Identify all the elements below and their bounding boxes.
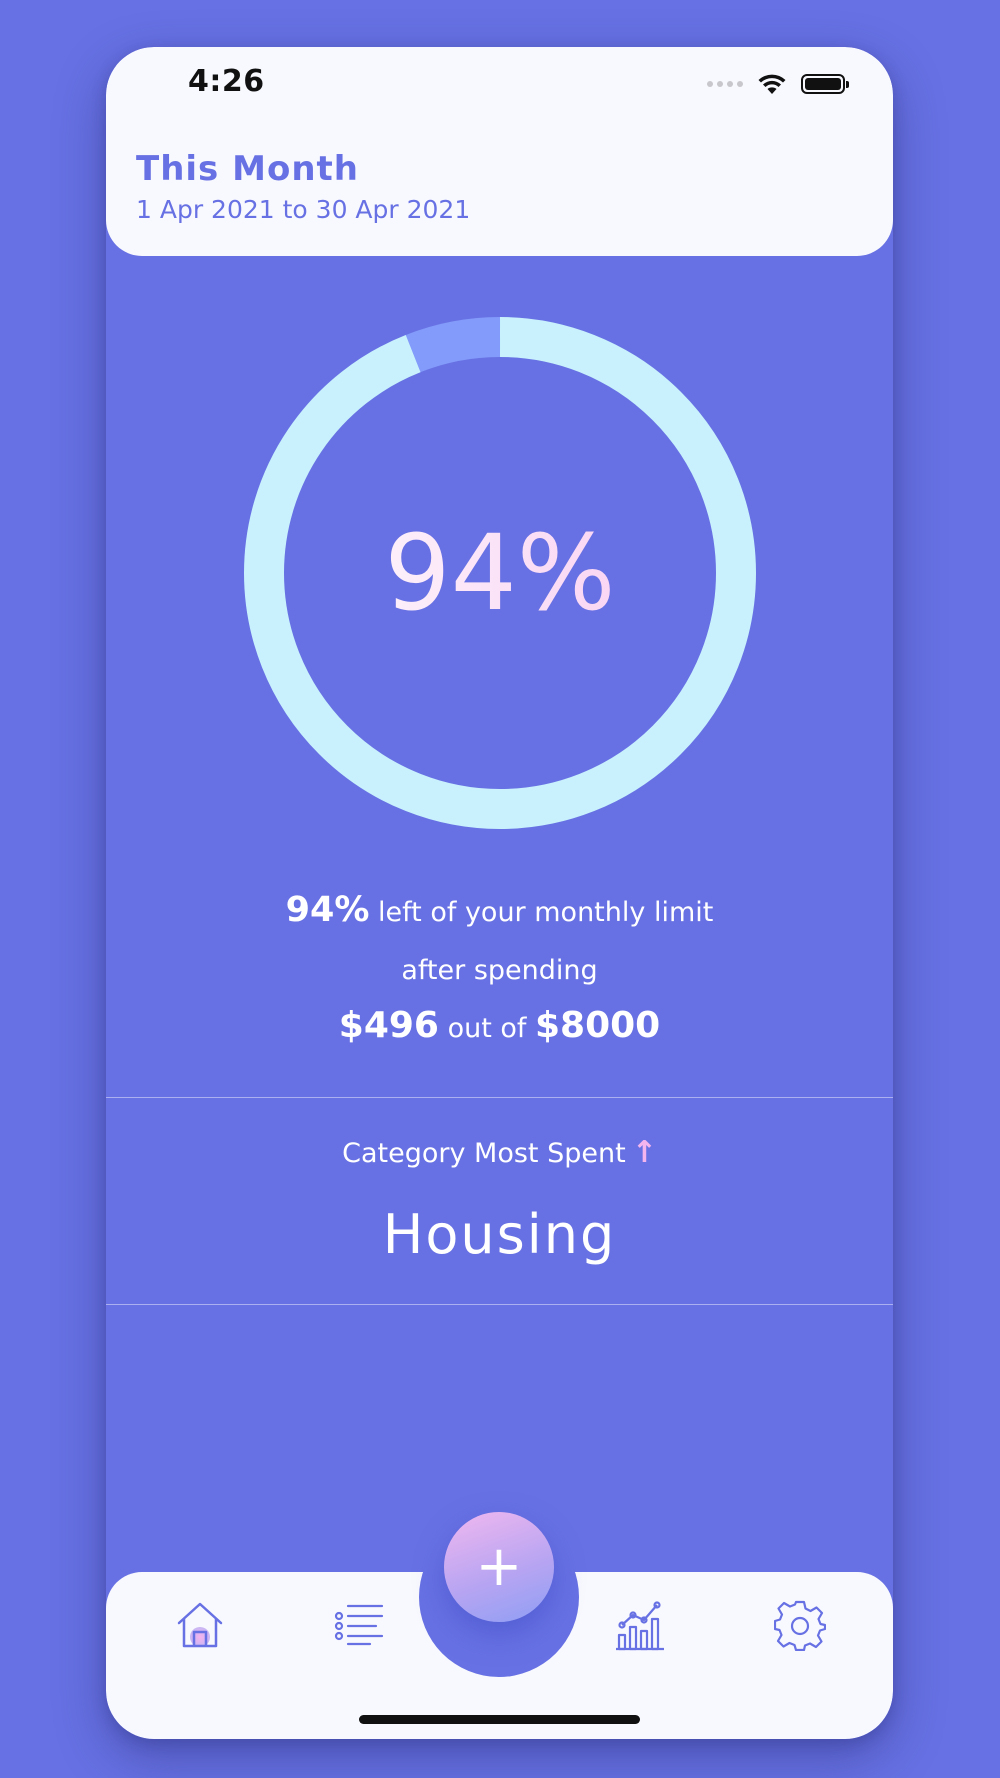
divider-bottom	[106, 1304, 893, 1305]
out-of-text: out of	[447, 1013, 527, 1044]
category-value: Housing	[382, 1203, 617, 1266]
date-range: 1 Apr 2021 to 30 Apr 2021	[136, 195, 471, 224]
add-button[interactable]: +	[444, 1512, 554, 1622]
home-icon	[177, 1602, 223, 1648]
status-icons	[707, 69, 849, 99]
arrow-up-icon: ↑	[631, 1135, 657, 1170]
spent-amount: $496	[338, 1005, 439, 1046]
status-time: 4:26	[188, 64, 265, 99]
limit-amount: $8000	[534, 1005, 661, 1046]
list-icon	[334, 1604, 384, 1646]
wifi-icon	[758, 74, 786, 94]
summary-line-after: after spending	[401, 955, 598, 986]
settings-gear-icon	[774, 1600, 826, 1651]
divider-top	[106, 1097, 893, 1098]
nav-transactions[interactable]	[330, 1595, 390, 1655]
phone-frame: 4:26 This Month 1 Apr 2021 to 30 Apr 202…	[106, 47, 893, 1739]
nav-home[interactable]	[170, 1595, 230, 1655]
header-card: 4:26 This Month 1 Apr 2021 to 30 Apr 202…	[106, 47, 893, 256]
summary-line-remaining: 94% left of your monthly limit	[106, 890, 893, 930]
budget-ring: 94%	[244, 317, 756, 829]
battery-icon	[801, 74, 849, 94]
summary-line1-text: left of your monthly limit	[378, 897, 714, 928]
summary-line-spent: $496 out of $8000	[106, 1005, 893, 1046]
nav-stats[interactable]	[610, 1595, 670, 1655]
home-indicator	[359, 1715, 640, 1724]
ring-percent-label: 94%	[244, 317, 756, 829]
page-title: This Month	[136, 149, 359, 189]
summary-percent: 94%	[285, 890, 370, 930]
cellular-signal-icon	[707, 81, 743, 87]
category-label: Category Most Spent ↑	[106, 1135, 893, 1170]
category-label-text: Category Most Spent	[342, 1138, 626, 1169]
nav-settings[interactable]	[770, 1595, 830, 1655]
stats-chart-icon	[616, 1601, 664, 1651]
